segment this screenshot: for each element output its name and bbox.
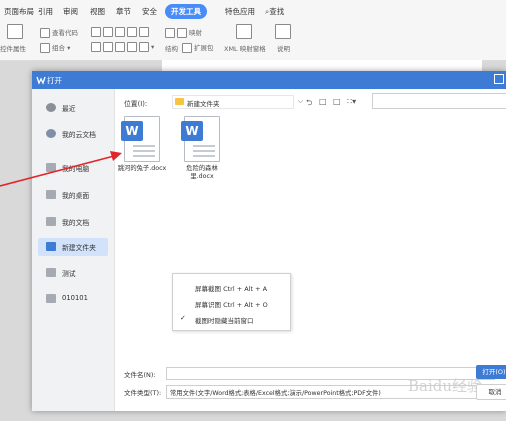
tab-security[interactable]: 安全 <box>142 6 157 17</box>
checkbox-control-icon[interactable] <box>91 27 101 37</box>
watermark-logo: Baidu经验 <box>408 377 483 395</box>
map-button[interactable]: 映射 <box>165 27 202 38</box>
clock-icon <box>46 103 56 112</box>
xml-mapping-button[interactable]: XML 映射窗格 <box>224 43 266 53</box>
tab-developer-tools[interactable]: 开发工具 <box>165 4 207 19</box>
word-doc-icon: W <box>181 116 220 162</box>
sidebar-item-label: 010101 <box>62 294 88 302</box>
caption-icon[interactable] <box>275 24 291 39</box>
computer-icon <box>46 163 56 172</box>
sidebar-item-label: 我的桌面 <box>62 192 90 200</box>
cloud-icon <box>46 129 56 138</box>
folder-icon <box>46 268 56 277</box>
menu-item-screenshot[interactable]: 屏幕截图 Ctrl + Alt + A <box>195 283 267 293</box>
filetype-label: 文件类型(T): <box>124 389 162 397</box>
form-controls-row-2: ▾ <box>91 42 154 52</box>
open-dialog: 打开 最近 我的云文档 我的电脑 我的桌面 我的文档 新建文件夹 测试 0101… <box>32 71 506 411</box>
list-control-icon[interactable] <box>115 27 125 37</box>
sidebar-item-desktop[interactable]: 我的桌面 <box>38 186 108 204</box>
menu-item-screen-recognize[interactable]: 屏幕识图 Ctrl + Alt + O <box>195 299 268 309</box>
folder-icon <box>175 98 184 105</box>
image-control-icon[interactable] <box>127 27 137 37</box>
dialog-titlebar: 打开 <box>32 71 506 89</box>
checkmark-icon: ✓ <box>180 314 186 322</box>
structure-button[interactable]: 结构 <box>165 43 178 53</box>
sidebar-item-label: 我的文档 <box>62 219 90 227</box>
button-control-icon[interactable] <box>127 42 137 52</box>
word-doc-icon: W <box>121 116 160 162</box>
combo-control-icon[interactable] <box>103 42 113 52</box>
filename-label: 文件名(N): <box>124 371 156 379</box>
wps-logo-icon <box>36 76 46 85</box>
up-folder-icon[interactable]: □ <box>319 97 327 106</box>
sidebar-item-new-folder[interactable]: 新建文件夹 <box>38 238 108 256</box>
filetype-value: 常用文件(文字/Word格式;表格/Excel格式;演示/PowerPoint格… <box>170 390 381 397</box>
view-mode-icon[interactable]: ∷▾ <box>347 97 356 106</box>
sidebar-item-cloud-docs[interactable]: 我的云文档 <box>38 125 108 143</box>
location-select[interactable]: 新建文件夹 ⌵ <box>172 95 303 109</box>
control-props-icon[interactable] <box>7 24 23 39</box>
radio-control-icon[interactable] <box>103 27 113 37</box>
group-control-icon[interactable] <box>139 27 149 37</box>
chevron-down-icon: ⌵ <box>297 97 303 105</box>
sidebar-item-label: 最近 <box>62 105 76 113</box>
tab-review[interactable]: 审阅 <box>63 6 78 17</box>
cancel-button[interactable]: 取消 <box>476 384 506 400</box>
desktop-icon <box>46 190 56 199</box>
more-controls-icon[interactable] <box>139 42 149 52</box>
form-controls-row <box>91 27 151 37</box>
tab-view[interactable]: 视图 <box>90 6 105 17</box>
expand-pkg-icon <box>182 43 192 53</box>
folder-icon <box>46 294 56 303</box>
location-label: 位置(I): <box>124 100 148 108</box>
sidebar-item-documents[interactable]: 我的文档 <box>38 213 108 231</box>
dialog-title: 打开 <box>47 76 62 85</box>
combine-button[interactable]: 组合 ▾ <box>40 42 70 53</box>
tab-page-layout[interactable]: 页面布局 <box>4 6 34 17</box>
sidebar-item-test[interactable]: 测试 <box>38 264 108 282</box>
map-icon <box>165 28 175 38</box>
dialog-sidebar: 最近 我的云文档 我的电脑 我的桌面 我的文档 新建文件夹 测试 010101 <box>32 89 115 411</box>
view-code-button[interactable]: 查看代码 <box>40 27 78 38</box>
tab-featured-apps[interactable]: 特色应用 <box>225 6 255 17</box>
location-value: 新建文件夹 <box>187 100 220 108</box>
back-icon[interactable]: ⮌ <box>306 97 312 111</box>
sidebar-item-label: 新建文件夹 <box>62 244 96 252</box>
sidebar-item-label: 我的电脑 <box>62 165 90 173</box>
textbox-control-icon[interactable] <box>91 42 101 52</box>
file-name: 危险的森林里.docx <box>186 165 218 180</box>
sidebar-item-recent[interactable]: 最近 <box>38 99 108 117</box>
screenshot-context-menu: 屏幕截图 Ctrl + Alt + A 屏幕识图 Ctrl + Alt + O … <box>172 273 291 331</box>
control-props-button[interactable]: 控件属性 <box>0 43 26 53</box>
caption-button[interactable]: 说明 <box>277 43 290 53</box>
combine-icon <box>40 43 50 53</box>
tab-references[interactable]: 引用 <box>38 6 53 17</box>
ribbon: 页面布局 引用 审阅 视图 章节 安全 开发工具 特色应用 ⌕查找 查看代码 映… <box>0 0 506 61</box>
tab-find[interactable]: ⌕查找 <box>265 6 284 17</box>
tab-find-label: 查找 <box>269 7 285 16</box>
folder-icon <box>46 242 56 251</box>
menu-item-hide-window[interactable]: 截图时隐藏当前窗口 <box>195 315 254 325</box>
folder-icon <box>46 217 56 226</box>
ribbon-tabs: 页面布局 引用 审阅 视图 章节 安全 开发工具 特色应用 ⌕查找 <box>0 0 506 22</box>
expand-pkg-button[interactable]: 扩展包 <box>182 42 214 53</box>
code-icon <box>40 28 50 38</box>
frame-icon <box>177 28 187 38</box>
new-folder-icon[interactable]: □ <box>333 97 341 106</box>
sidebar-item-label: 我的云文档 <box>62 131 96 139</box>
sidebar-item-010101[interactable]: 010101 <box>38 290 108 308</box>
spin-control-icon[interactable] <box>115 42 125 52</box>
sidebar-item-label: 测试 <box>62 270 76 278</box>
maximize-icon[interactable] <box>494 74 504 84</box>
tab-chapter[interactable]: 章节 <box>116 6 131 17</box>
search-input[interactable] <box>372 93 506 109</box>
open-button[interactable]: 打开(O) <box>476 365 506 379</box>
file-name: 跳河的兔子.docx <box>117 165 167 172</box>
sidebar-item-my-computer[interactable]: 我的电脑 <box>38 159 108 177</box>
xml-mapping-icon[interactable] <box>236 24 252 39</box>
